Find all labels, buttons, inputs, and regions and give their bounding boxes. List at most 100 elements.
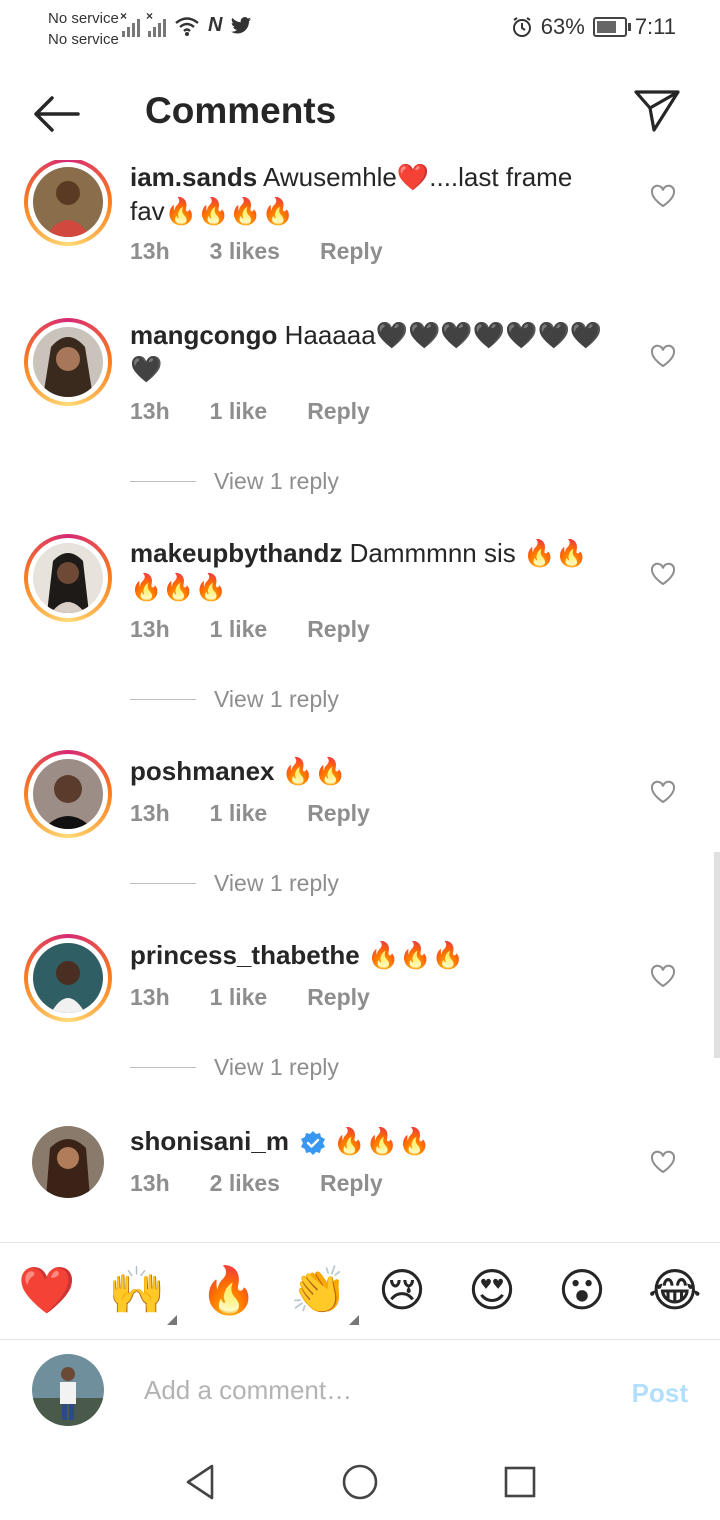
reaction-heart[interactable]: ❤️: [18, 1263, 75, 1317]
reply-button[interactable]: Reply: [307, 800, 370, 827]
comment-likes[interactable]: 2 likes: [210, 1170, 280, 1197]
comment-likes[interactable]: 1 like: [210, 984, 268, 1011]
reaction-surprised[interactable]: 😮: [558, 1263, 606, 1317]
comment-time: 13h: [130, 800, 170, 826]
comment-text: iam.sands Awusemhle❤️....last frame fav🔥…: [130, 160, 610, 228]
comment-meta: 13h 1 like Reply: [130, 984, 370, 1011]
avatar[interactable]: [24, 160, 112, 246]
twitter-icon: [231, 16, 252, 34]
scrollbar[interactable]: [714, 852, 720, 1058]
page-title: Comments: [145, 90, 337, 131]
comment-input[interactable]: [144, 1372, 604, 1408]
avatar[interactable]: [24, 534, 112, 622]
view-replies-button[interactable]: View 1 reply: [130, 468, 339, 495]
comment-username[interactable]: mangcongo: [130, 320, 277, 350]
comment-meta: 13h 1 like Reply: [130, 616, 370, 643]
comment-time: 13h: [130, 616, 170, 642]
comment-text: shonisani_m 🔥🔥🔥: [130, 1124, 610, 1158]
comment-username[interactable]: princess_thabethe: [130, 940, 360, 970]
comment-meta: 13h 2 likes Reply: [130, 1170, 383, 1197]
reply-divider: [130, 481, 196, 482]
comment-likes[interactable]: 1 like: [210, 616, 268, 643]
comment-time: 13h: [130, 398, 170, 424]
verified-badge-icon: [301, 1131, 326, 1156]
nav-recents-icon[interactable]: [500, 1462, 540, 1502]
view-replies-label[interactable]: View 1 reply: [214, 870, 339, 897]
post-button[interactable]: Post: [632, 1378, 688, 1409]
comment-composer: Post: [0, 1340, 720, 1440]
reaction-clapping-glyph: 👏: [290, 1264, 348, 1316]
comment-likes[interactable]: 1 like: [210, 398, 268, 425]
avatar[interactable]: [24, 934, 112, 1022]
status-right: 63% 7:11: [511, 14, 676, 40]
reaction-heart-eyes[interactable]: 😍: [468, 1263, 516, 1317]
comment-text: poshmanex 🔥🔥: [130, 754, 610, 788]
status-bar: No service No service × × N 63% 7:11: [0, 0, 720, 56]
comment-username[interactable]: iam.sands: [130, 162, 257, 192]
carrier-2: No service: [48, 31, 119, 48]
reply-button[interactable]: Reply: [307, 984, 370, 1011]
comment-time: 13h: [130, 238, 170, 264]
wifi-icon: [175, 16, 199, 36]
reaction-crying[interactable]: 😢: [378, 1263, 426, 1317]
view-replies-button[interactable]: View 1 reply: [130, 1054, 339, 1081]
reply-divider: [130, 699, 196, 700]
comment-username[interactable]: makeupbythandz: [130, 538, 342, 568]
comment-body: 🔥🔥: [281, 756, 347, 786]
reaction-laughing[interactable]: 😂: [648, 1263, 702, 1317]
comment-username[interactable]: poshmanex: [130, 756, 275, 786]
reply-divider: [130, 1067, 196, 1068]
nav-home-icon[interactable]: [340, 1462, 380, 1502]
comment-meta: 13h 1 like Reply: [130, 800, 370, 827]
back-arrow-icon[interactable]: [30, 90, 82, 138]
view-replies-label[interactable]: View 1 reply: [214, 1054, 339, 1081]
quick-reactions-bar: ❤️ 🙌 🔥 👏 😢 😍 😮 😂: [0, 1242, 720, 1340]
current-user-avatar: [32, 1354, 104, 1426]
comment-text: makeupbythandz Dammmnn sis 🔥🔥🔥🔥🔥: [130, 536, 610, 604]
view-replies-button[interactable]: View 1 reply: [130, 686, 339, 713]
like-heart-icon[interactable]: [650, 562, 676, 586]
comment-text: princess_thabethe 🔥🔥🔥: [130, 938, 610, 972]
comment-body: 🔥🔥🔥: [333, 1126, 431, 1156]
battery-icon: [592, 17, 631, 37]
signal-icon: ×: [146, 9, 166, 37]
clock: 7:11: [634, 14, 676, 39]
carrier-info: No service No service: [48, 8, 119, 50]
header: Comments: [0, 60, 720, 164]
system-nav-bar: [0, 1440, 720, 1520]
view-replies-button[interactable]: View 1 reply: [130, 870, 339, 897]
signal-icon: ×: [120, 9, 140, 37]
reply-button[interactable]: Reply: [307, 398, 370, 425]
reply-divider: [130, 883, 196, 884]
comment-time: 13h: [130, 1170, 170, 1196]
reaction-clapping[interactable]: 👏: [290, 1263, 360, 1325]
status-icons: × × N: [120, 9, 252, 37]
reaction-raised-hands[interactable]: 🙌: [108, 1263, 178, 1325]
comment-meta: 13h 3 likes Reply: [130, 238, 383, 265]
like-heart-icon[interactable]: [650, 1150, 676, 1174]
comments-list[interactable]: iam.sands Awusemhle❤️....last frame fav🔥…: [0, 160, 720, 1240]
view-replies-label[interactable]: View 1 reply: [214, 468, 339, 495]
view-replies-label[interactable]: View 1 reply: [214, 686, 339, 713]
reaction-fire[interactable]: 🔥: [200, 1263, 257, 1317]
comment-username[interactable]: shonisani_m: [130, 1126, 289, 1156]
alarm-icon: [512, 17, 531, 37]
comment-meta: 13h 1 like Reply: [130, 398, 370, 425]
reply-button[interactable]: Reply: [320, 1170, 383, 1197]
carrier-1: No service: [48, 10, 119, 27]
direct-message-icon[interactable]: [632, 86, 682, 134]
like-heart-icon[interactable]: [650, 184, 676, 208]
reply-button[interactable]: Reply: [320, 238, 383, 265]
comment-likes[interactable]: 3 likes: [210, 238, 280, 265]
like-heart-icon[interactable]: [650, 964, 676, 988]
reply-button[interactable]: Reply: [307, 616, 370, 643]
like-heart-icon[interactable]: [650, 780, 676, 804]
nfc-icon: N: [208, 14, 223, 36]
nav-back-icon[interactable]: [180, 1462, 220, 1502]
avatar[interactable]: [32, 1126, 104, 1198]
comment-time: 13h: [130, 984, 170, 1010]
avatar[interactable]: [24, 318, 112, 406]
like-heart-icon[interactable]: [650, 344, 676, 368]
avatar[interactable]: [24, 750, 112, 838]
comment-likes[interactable]: 1 like: [210, 800, 268, 827]
